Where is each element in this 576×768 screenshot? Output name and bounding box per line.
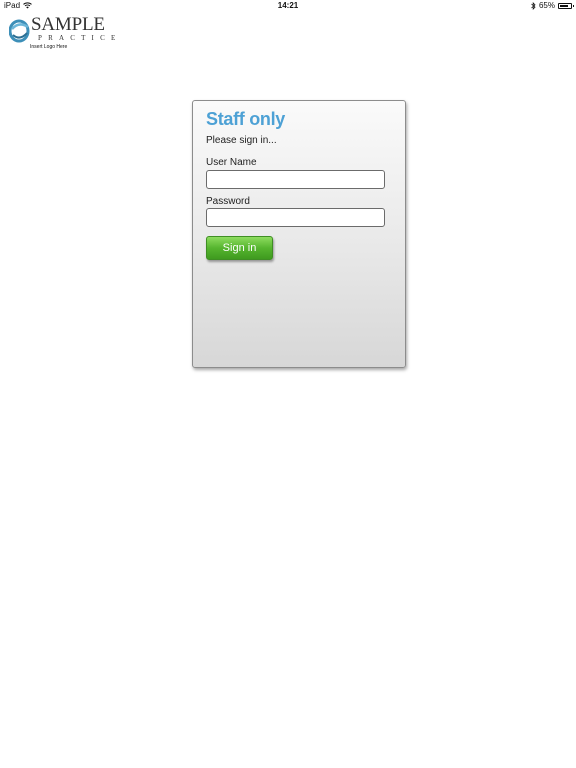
battery-icon <box>558 2 574 9</box>
battery-percent: 65% <box>538 1 555 10</box>
login-panel: Staff only Please sign in... User Name P… <box>192 100 406 368</box>
logo-swirl-icon <box>9 19 30 43</box>
status-bar: iPad 14:21 65% <box>0 0 576 12</box>
password-label: Password <box>206 196 250 207</box>
practice-logo: SAMPLE PRACTICE Insert Logo Here <box>9 14 119 54</box>
bluetooth-icon <box>531 1 536 10</box>
password-input[interactable] <box>206 208 385 227</box>
login-subtitle: Please sign in... <box>206 135 277 146</box>
username-input[interactable] <box>206 170 385 189</box>
battery-fill <box>560 4 568 7</box>
logo-word: SAMPLE <box>31 14 105 35</box>
username-label: User Name <box>206 157 257 168</box>
logo-tagline: Insert Logo Here <box>30 44 68 50</box>
login-title: Staff only <box>206 109 286 129</box>
logo-subtitle: PRACTICE <box>38 34 122 42</box>
status-time: 14:21 <box>277 1 299 10</box>
sign-in-button[interactable]: Sign in <box>206 236 273 260</box>
status-right: 65% <box>531 1 574 10</box>
